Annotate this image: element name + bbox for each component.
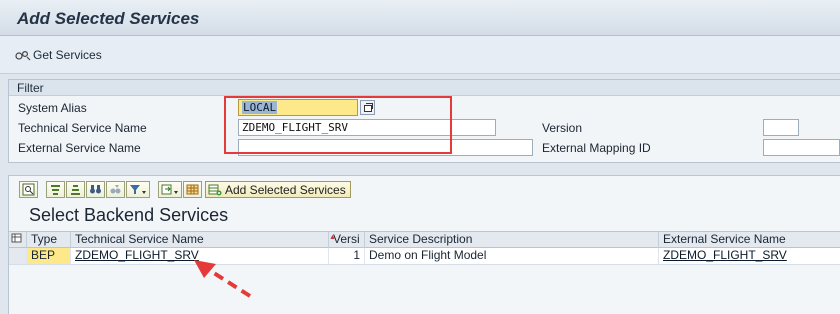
system-alias-value: LOCAL <box>242 101 278 114</box>
technical-service-name-input[interactable]: ZDEMO_FLIGHT_SRV <box>238 119 496 136</box>
add-selected-services-button[interactable]: Add Selected Services <box>205 181 351 198</box>
row-selector-header[interactable] <box>9 232 27 248</box>
details-button[interactable] <box>19 181 38 198</box>
version-input[interactable] <box>763 119 799 136</box>
sort-ascending-button[interactable] <box>46 181 65 198</box>
external-mapping-id-label: External Mapping ID <box>542 141 651 155</box>
get-services-icon <box>15 50 31 61</box>
filter-header: Filter <box>9 80 840 96</box>
get-services-button[interactable]: Get Services <box>15 48 102 62</box>
version-label: Version <box>542 121 583 135</box>
filter-button[interactable] <box>126 181 150 198</box>
system-alias-input[interactable]: LOCAL <box>238 99 358 116</box>
get-services-label: Get Services <box>33 48 102 62</box>
cell-service-description: Demo on Flight Model <box>365 248 659 264</box>
cell-version: 1 <box>329 248 365 264</box>
magnifier-icon <box>22 183 35 196</box>
filter-header-label: Filter <box>17 81 44 95</box>
layout-button[interactable] <box>183 181 202 198</box>
table-header: Type Technical Service Name ▲ Versi Serv… <box>9 231 840 248</box>
find-button[interactable] <box>86 181 105 198</box>
grid-layout-icon <box>186 184 199 195</box>
find-next-button[interactable] <box>106 181 125 198</box>
external-service-name-link[interactable]: ZDEMO_FLIGHT_SRV <box>663 248 787 262</box>
add-services-icon <box>208 184 222 195</box>
export-button[interactable] <box>158 181 182 198</box>
application-toolbar: Get Services <box>0 36 840 74</box>
technical-service-name-link[interactable]: ZDEMO_FLIGHT_SRV <box>75 248 199 262</box>
row-selector[interactable] <box>9 248 27 264</box>
cell-technical-service-name: ZDEMO_FLIGHT_SRV <box>71 248 329 264</box>
funnel-icon <box>130 185 146 194</box>
cell-external-service-name: ZDEMO_FLIGHT_SRV <box>659 248 840 264</box>
table-row[interactable]: BEP ZDEMO_FLIGHT_SRV 1 Demo on Flight Mo… <box>9 248 840 265</box>
select-all-icon <box>11 233 22 243</box>
sort-descending-icon <box>71 185 80 195</box>
sort-descending-button[interactable] <box>66 181 85 198</box>
external-mapping-id-input[interactable] <box>763 139 840 156</box>
external-service-name-input[interactable] <box>238 139 533 156</box>
column-header-version[interactable]: Versi <box>329 232 365 248</box>
cell-type: BEP <box>27 248 71 264</box>
page-title: Add Selected Services <box>17 9 200 28</box>
alv-toolbar: Add Selected Services <box>19 181 351 198</box>
section-title: Select Backend Services <box>29 205 229 225</box>
value-help-icon[interactable] <box>360 100 375 115</box>
title-bar: Add Selected Services <box>0 0 840 36</box>
export-icon <box>161 184 178 195</box>
technical-service-name-label: Technical Service Name <box>18 121 147 135</box>
system-alias-label: System Alias <box>18 101 87 115</box>
column-header-technical-service-name[interactable]: Technical Service Name <box>71 232 329 248</box>
external-service-name-label: External Service Name <box>18 141 141 155</box>
sort-ascending-icon <box>51 185 60 195</box>
results-panel: Add Selected Services Select Backend Ser… <box>8 175 840 314</box>
column-header-service-description[interactable]: Service Description <box>365 232 659 248</box>
add-selected-services-label: Add Selected Services <box>225 182 346 197</box>
column-header-external-service-name[interactable]: External Service Name <box>659 232 840 248</box>
find-next-icon <box>110 185 121 194</box>
column-header-type[interactable]: Type <box>27 232 71 248</box>
binoculars-icon <box>90 185 101 194</box>
